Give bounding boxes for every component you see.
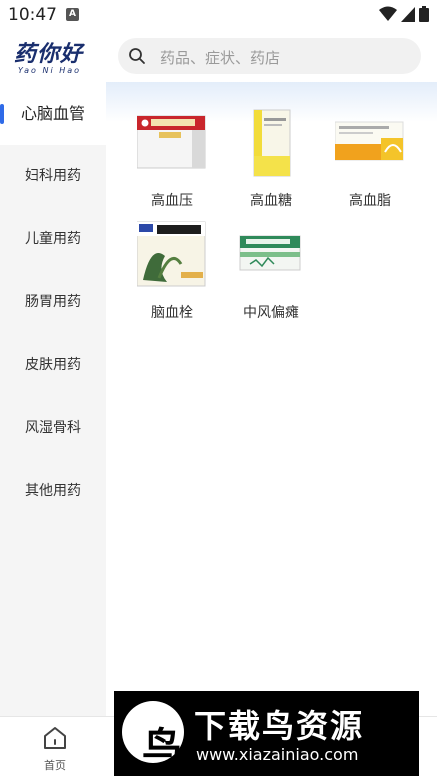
product-content: 高血压 高血糖 高血脂 脑血栓 中风偏瘫: [106, 82, 437, 716]
sidebar-item-cardio[interactable]: 心脑血管: [0, 82, 106, 145]
product-item-thrombosis[interactable]: 脑血栓: [122, 220, 222, 330]
product-label: 脑血栓: [151, 305, 193, 321]
watermark-title: 下载鸟资源: [194, 707, 365, 745]
product-label: 中风偏瘫: [243, 305, 299, 321]
notification-a-icon: A: [66, 8, 79, 21]
product-item-hyperlipidemia[interactable]: 高血脂: [320, 108, 420, 218]
logo-subtitle: Yao Ni Hao: [18, 66, 82, 75]
sidebar-item-skin[interactable]: 皮肤用药: [0, 334, 106, 397]
sidebar-item-children[interactable]: 儿童用药: [0, 208, 106, 271]
sidebar-item-label: 妇科用药: [25, 168, 81, 184]
app-logo[interactable]: 药你好 Yao Ni Hao: [14, 36, 104, 76]
medicine-box-green-icon: [236, 220, 306, 290]
product-label: 高血糖: [250, 193, 292, 209]
watermark-banner: 鸟 下载鸟资源 www.xiazainiao.com: [114, 691, 419, 776]
status-indicators: [379, 6, 429, 22]
sidebar-item-label: 皮肤用药: [25, 357, 81, 373]
bird-icon: 鸟: [142, 725, 182, 771]
search-icon: [129, 48, 145, 64]
sidebar-item-label: 肠胃用药: [25, 294, 81, 310]
watermark-url: www.xiazainiao.com: [196, 745, 359, 764]
logo-text: 药你好: [14, 41, 84, 67]
medicine-box-orange-icon: [334, 108, 405, 178]
sidebar-item-rheumatism[interactable]: 风湿骨科: [0, 397, 106, 460]
product-label: 高血脂: [349, 193, 391, 209]
status-bar: 10:47 A: [0, 0, 437, 30]
battery-icon: [419, 6, 429, 22]
search-placeholder: 药品、症状、药店: [160, 49, 281, 67]
sidebar-item-label: 其他用药: [25, 483, 81, 499]
product-item-stroke[interactable]: 中风偏瘫: [221, 220, 321, 330]
sidebar-item-label: 心脑血管: [20, 104, 85, 123]
product-label: 高血压: [151, 193, 193, 209]
sidebar-item-other[interactable]: 其他用药: [0, 460, 106, 523]
medicine-box-yellow-icon: [236, 108, 306, 178]
nav-home[interactable]: 首页: [30, 725, 80, 773]
nav-home-label: 首页: [44, 759, 66, 772]
category-sidebar: 心脑血管 妇科用药 儿童用药 肠胃用药 皮肤用药 风湿骨科 其他用药: [0, 82, 106, 716]
sidebar-item-gastro[interactable]: 肠胃用药: [0, 271, 106, 334]
sidebar-item-label: 风湿骨科: [25, 420, 81, 436]
active-indicator: [0, 104, 4, 124]
medicine-box-herbal-icon: [136, 220, 207, 290]
status-time: 10:47: [8, 5, 57, 25]
sidebar-item-label: 儿童用药: [25, 231, 81, 247]
watermark-logo: 鸟: [122, 701, 184, 771]
sidebar-item-gynecology[interactable]: 妇科用药: [0, 145, 106, 208]
signal-icon: [401, 7, 415, 22]
header: 药你好 Yao Ni Hao 药品、症状、药店: [0, 30, 437, 82]
product-item-hypertension[interactable]: 高血压: [122, 108, 222, 218]
product-item-hyperglycemia[interactable]: 高血糖: [221, 108, 321, 218]
home-icon: [44, 727, 66, 749]
wifi-icon: [379, 6, 397, 21]
search-input[interactable]: 药品、症状、药店: [118, 38, 421, 74]
medicine-box-red-icon: [136, 108, 207, 178]
